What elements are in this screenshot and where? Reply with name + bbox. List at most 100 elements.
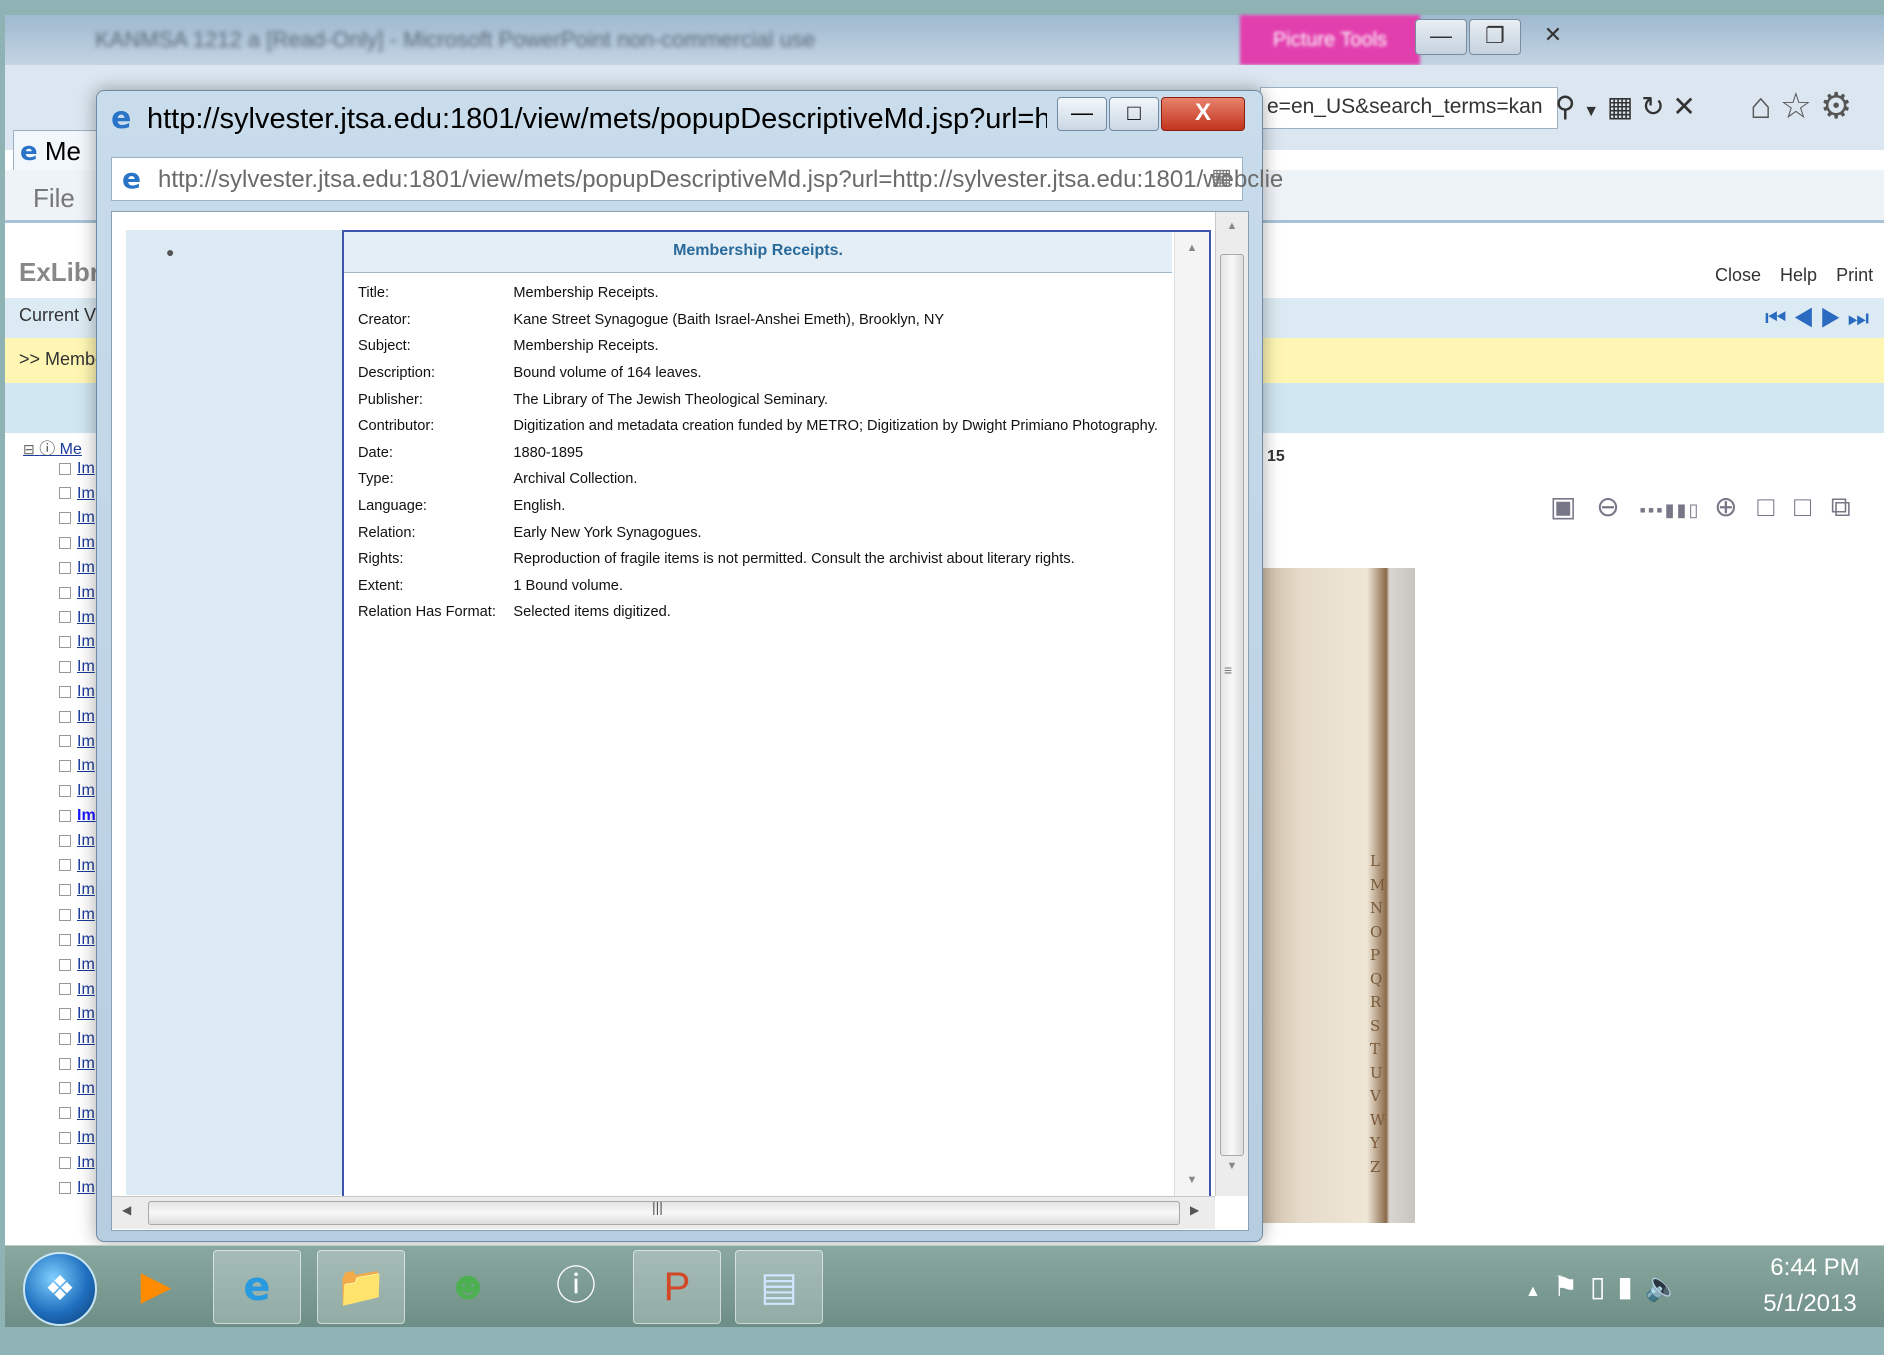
- tree-item[interactable]: Im: [23, 881, 103, 906]
- tree-item[interactable]: Im: [23, 1129, 103, 1154]
- tree-item-label[interactable]: Im: [77, 757, 95, 774]
- tree-item[interactable]: Im: [23, 807, 103, 832]
- tree-item[interactable]: Im: [23, 1005, 103, 1030]
- print-link[interactable]: Print: [1836, 265, 1873, 285]
- tree-root-label[interactable]: Me: [60, 441, 82, 458]
- rotate-right-icon[interactable]: □: [1794, 491, 1817, 522]
- tree-item[interactable]: Im: [23, 708, 103, 733]
- tree-item[interactable]: Im: [23, 485, 103, 510]
- clock-date[interactable]: 5/1/2013: [1755, 1290, 1865, 1318]
- vertical-scrollbar[interactable]: ▲ ≡ ▼: [1215, 212, 1248, 1196]
- rotate-left-icon[interactable]: □: [1757, 491, 1780, 522]
- tree-item[interactable]: Im: [23, 633, 103, 658]
- tree-item-label[interactable]: Im: [77, 807, 96, 824]
- powerpoint-icon[interactable]: P: [633, 1250, 721, 1324]
- horizontal-scroll-thumb[interactable]: [148, 1201, 1180, 1225]
- gear-icon[interactable]: ⚙: [1820, 85, 1860, 126]
- tree-item[interactable]: Im: [23, 757, 103, 782]
- tree-item[interactable]: Im: [23, 509, 103, 534]
- close-link[interactable]: Close: [1715, 265, 1761, 285]
- scroll-right-icon[interactable]: ▶: [1190, 1203, 1199, 1217]
- close-button[interactable]: ✕: [1523, 19, 1583, 53]
- volume-muted-icon[interactable]: 🔈: [1645, 1271, 1692, 1302]
- scroll-down-icon[interactable]: ▼: [1216, 1160, 1248, 1172]
- tree-item-label[interactable]: Im: [77, 633, 95, 650]
- tree-item[interactable]: Im: [23, 609, 103, 634]
- search-icon[interactable]: ⚲: [1555, 91, 1576, 122]
- tree-item[interactable]: Im: [23, 1179, 103, 1204]
- scroll-down-icon[interactable]: ▼: [1175, 1174, 1209, 1186]
- start-button[interactable]: ❖: [23, 1252, 97, 1326]
- vertical-scroll-thumb[interactable]: [1220, 254, 1244, 1156]
- remote-desktop-icon[interactable]: ▤: [735, 1250, 823, 1324]
- scroll-up-icon[interactable]: ▲: [1175, 242, 1209, 254]
- zoom-in-icon[interactable]: ⊕: [1714, 491, 1743, 522]
- tree-item-label[interactable]: Im: [77, 832, 95, 849]
- tree-item-label[interactable]: Im: [77, 956, 95, 973]
- tree-item-label[interactable]: Im: [77, 609, 95, 626]
- tree-item[interactable]: Im: [23, 658, 103, 683]
- compat-view-icon[interactable]: ▦: [1607, 91, 1633, 122]
- help-icon[interactable]: ⓘ: [533, 1250, 619, 1322]
- tree-item-label[interactable]: Im: [77, 981, 95, 998]
- tree-item-label[interactable]: Im: [77, 1005, 95, 1022]
- dropdown-icon[interactable]: ▼: [1583, 103, 1599, 120]
- tree-item-label[interactable]: Im: [77, 857, 95, 874]
- tree-item[interactable]: Im: [23, 1080, 103, 1105]
- internet-explorer-icon[interactable]: e: [213, 1250, 301, 1324]
- zoom-slider[interactable]: ▪▪▪▮▮▯: [1640, 500, 1701, 520]
- tree-item-label[interactable]: Im: [77, 1129, 95, 1146]
- picture-tools-tab[interactable]: Picture Tools: [1240, 15, 1420, 65]
- tree-item[interactable]: Im: [23, 1055, 103, 1080]
- tree-item[interactable]: Im: [23, 1030, 103, 1055]
- tree-item-label[interactable]: Im: [77, 708, 95, 725]
- prev-page-icon[interactable]: ◀: [1793, 305, 1820, 332]
- tree-item-label[interactable]: Im: [77, 931, 95, 948]
- minimize-button[interactable]: —: [1415, 19, 1467, 55]
- tree-item[interactable]: Im: [23, 931, 103, 956]
- people-icon[interactable]: ☻: [425, 1250, 511, 1322]
- tree-item-label[interactable]: Im: [77, 782, 95, 799]
- tree-item-label[interactable]: Im: [77, 485, 95, 502]
- tree-item-label[interactable]: Im: [77, 1154, 95, 1171]
- tree-item-label[interactable]: Im: [77, 1105, 95, 1122]
- restore-button[interactable]: ❐: [1469, 19, 1521, 55]
- favorites-star-icon[interactable]: ☆: [1780, 85, 1820, 126]
- tree-item[interactable]: Im: [23, 534, 103, 559]
- tree-item-label[interactable]: Im: [77, 683, 95, 700]
- tree-item-label[interactable]: Im: [77, 906, 95, 923]
- first-page-icon[interactable]: ⏮: [1765, 305, 1793, 332]
- compat-view-icon[interactable]: ▦: [1211, 164, 1232, 190]
- next-page-icon[interactable]: ▶: [1820, 305, 1847, 332]
- tree-item[interactable]: Im: [23, 857, 103, 882]
- popup-address-bar[interactable]: e http://sylvester.jtsa.edu:1801/view/me…: [111, 157, 1283, 201]
- tree-item[interactable]: Im: [23, 906, 103, 931]
- tree-item-label[interactable]: Im: [77, 509, 95, 526]
- tree-item-label[interactable]: Im: [77, 1080, 95, 1097]
- file-menu[interactable]: File: [33, 183, 75, 214]
- tree-item[interactable]: Im: [23, 460, 103, 485]
- action-center-flag-icon[interactable]: ⚑: [1553, 1271, 1590, 1302]
- popup-maximize-button[interactable]: □: [1109, 97, 1159, 131]
- tree-item[interactable]: Im: [23, 559, 103, 584]
- tree-item-label[interactable]: Im: [77, 460, 95, 477]
- home-icon[interactable]: ⌂: [1750, 85, 1780, 126]
- tree-item-label[interactable]: Im: [77, 1055, 95, 1072]
- battery-icon[interactable]: ▯: [1590, 1271, 1617, 1302]
- last-page-icon[interactable]: ⏭: [1847, 305, 1875, 332]
- tree-item[interactable]: Im: [23, 832, 103, 857]
- collapse-icon[interactable]: ⊟: [23, 441, 35, 457]
- info-icon[interactable]: ⓘ: [39, 441, 55, 458]
- zoom-out-icon[interactable]: ⊖: [1596, 491, 1625, 522]
- signal-icon[interactable]: ▮: [1617, 1271, 1644, 1302]
- file-explorer-icon[interactable]: 📁: [317, 1250, 405, 1324]
- breadcrumb[interactable]: >> Membe: [19, 349, 105, 370]
- tree-item-label[interactable]: Im: [77, 559, 95, 576]
- tree-item[interactable]: Im: [23, 733, 103, 758]
- fullscreen-icon[interactable]: ⧉: [1831, 491, 1857, 522]
- tree-item-label[interactable]: Im: [77, 534, 95, 551]
- media-player-icon[interactable]: ▶: [113, 1250, 199, 1322]
- metadata-scrollbar[interactable]: ▲ ▼: [1174, 232, 1209, 1197]
- scroll-up-icon[interactable]: ▲: [1216, 220, 1248, 232]
- tree-item-label[interactable]: Im: [77, 881, 95, 898]
